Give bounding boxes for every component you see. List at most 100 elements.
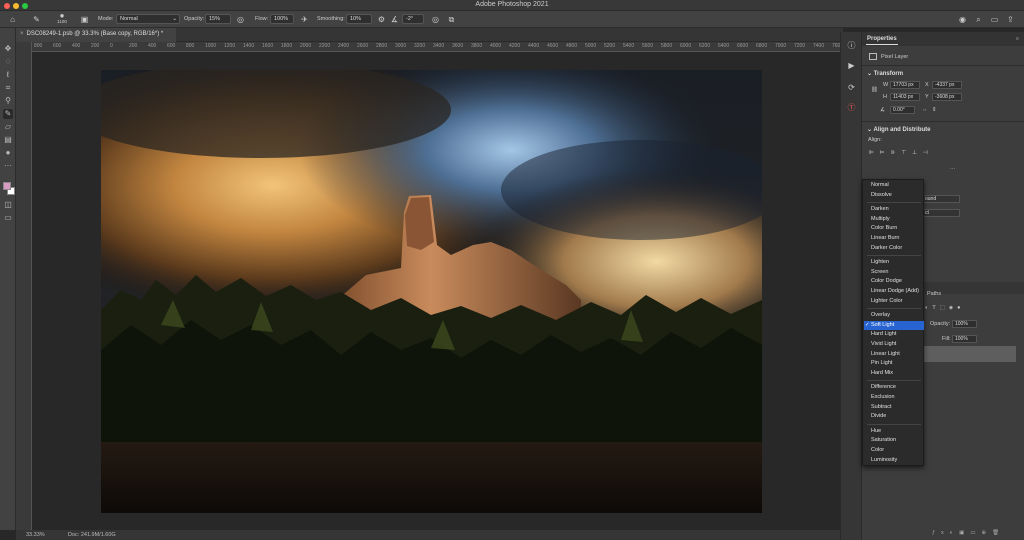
screen-mode-icon[interactable]: ▭ [3,213,13,223]
blend-mode-option[interactable]: Exclusion [864,393,924,402]
more-tools-icon[interactable]: ··· [3,161,13,171]
smoothing-label: Smoothing: [317,16,345,22]
angle-field[interactable]: 0.00° [890,106,915,114]
x-field[interactable]: -4337 px [932,81,962,89]
paths-tab[interactable]: Paths [927,291,941,297]
workspace-icon[interactable]: ▭ [990,15,999,24]
actions-play-icon[interactable]: ▶ [846,60,857,71]
blend-mode-option[interactable]: Color [864,446,924,455]
info-icon[interactable]: ⓘ [846,40,857,51]
layer-filter-icons[interactable]: ◐T⬚◈● [925,305,964,311]
y-field[interactable]: -3608 px [932,93,962,101]
quick-mask-icon[interactable]: ◫ [3,200,13,210]
width-field[interactable]: 17703 px [890,81,920,89]
smoothing-input[interactable]: 10% [346,14,372,24]
brush-angle-input[interactable]: -2° [402,14,424,24]
transform-section-title[interactable]: ⌄ Transform [867,70,903,77]
home-icon[interactable]: ⌂ [8,15,17,24]
menu-separator [867,255,921,257]
ruler-tick-label: 5800 [661,43,673,49]
eraser-tool-icon[interactable]: ▱ [3,122,13,132]
share-user-icon[interactable]: ◉ [958,15,967,24]
flow-input[interactable]: 100% [270,14,294,24]
align-section-title[interactable]: ⌄ Align and Distribute [867,126,930,133]
blend-mode-option[interactable]: Hard Mix [864,369,924,378]
section-chevron-icon: ⌄ [867,71,874,77]
blend-mode-option[interactable]: Overlay [864,311,924,320]
marquee-tool-icon[interactable]: ◌ [3,57,13,67]
brush-settings-icon[interactable]: ▣ [80,15,89,24]
blend-mode-option[interactable]: Luminosity [864,456,924,465]
blend-mode-option[interactable]: Divide [864,412,924,421]
document-image[interactable] [101,70,762,513]
menu-separator [867,202,921,204]
panel-menu-icon[interactable]: ≡ [1016,36,1019,42]
blend-mode-option[interactable]: Multiply [864,215,924,224]
blend-mode-label: Luminosity [871,456,898,463]
ruler-tick-label: 3600 [452,43,464,49]
opacity-input[interactable]: 15% [205,14,231,24]
blend-mode-option[interactable]: Hard Light [864,330,924,339]
zoom-level[interactable]: 33.33% [26,532,45,538]
smoothing-settings-gear-icon[interactable]: ⚙ [377,15,386,24]
blend-mode-option[interactable]: Screen [864,268,924,277]
blend-mode-option[interactable]: Difference [864,383,924,392]
blend-mode-option[interactable]: Dissolve [864,191,924,200]
brush-angle-value: -2° [406,16,414,22]
blend-mode-option[interactable]: Linear Burn [864,234,924,243]
flip-vertical-icon[interactable]: ⇕ [932,107,937,113]
libraries-icon[interactable]: Ⓣ [846,102,857,113]
close-tab-icon[interactable]: × [20,31,24,37]
blend-mode-option[interactable]: Vivid Light [864,340,924,349]
airbrush-icon[interactable]: ✈ [300,15,309,24]
link-dimensions-icon[interactable]: ⛓ [871,87,878,93]
brush-size-picker[interactable]: ✹ 1100 [55,13,69,26]
brush-tool-preset-icon[interactable]: ✎ [32,15,41,24]
eyedropper-tool-icon[interactable]: ⚲ [3,96,13,106]
height-field[interactable]: 11403 px [890,93,920,101]
layer-opacity-field[interactable]: 100% [952,320,977,328]
document-tab[interactable]: × DSC08249-1.psb @ 33.3% (Base copy, RGB/… [16,28,176,42]
gradient-tool-icon[interactable]: ▤ [3,135,13,145]
symmetry-icon[interactable]: ⧉ [447,15,456,24]
more-options-icon[interactable]: ··· [950,166,956,172]
flip-horizontal-icon[interactable]: ⇔ [922,107,928,113]
blend-mode-option[interactable]: Darken [864,205,924,214]
blend-mode-option[interactable]: Lighter Color [864,297,924,306]
checkmark-icon: ✓ [865,321,870,328]
blend-mode-option[interactable]: Color Dodge [864,277,924,286]
fill-field[interactable]: 100% [952,335,977,343]
landscape-photo [101,70,762,513]
search-icon[interactable]: ⌕ [974,15,983,24]
blend-mode-option[interactable]: Subtract [864,403,924,412]
align-buttons[interactable]: ⊫⊨⊪⊤⊥⊣ [869,150,934,156]
blend-mode-option[interactable]: Normal [864,181,924,190]
document-size[interactable]: Doc: 241.9M/1.60G [68,532,116,538]
blend-mode-option[interactable]: Darker Color [864,244,924,253]
layer-actions-bar[interactable]: ƒx◐▣▭⊕🗑 [932,530,1005,536]
pressure-opacity-icon[interactable]: ◎ [236,15,245,24]
blend-mode-option[interactable]: Lighten [864,258,924,267]
adjustments-icon[interactable]: ⟳ [846,82,857,93]
blend-mode-label: Darker Color [871,244,903,251]
share-icon[interactable]: ⇪ [1006,15,1015,24]
pressure-size-icon[interactable]: ◎ [431,15,440,24]
lasso-tool-icon[interactable]: ℓ [3,70,13,80]
blend-mode-menu[interactable]: Normal Dissolve Darken Multiply Color Burn Li… [862,179,924,466]
blend-mode-option[interactable]: Linear Dodge (Add) [864,287,924,296]
selected-layer-row[interactable] [924,346,1016,362]
blend-mode-option[interactable]: Linear Light [864,350,924,359]
brush-tool-icon[interactable]: ✎ [3,109,13,119]
move-tool-icon[interactable]: ✥ [3,44,13,54]
properties-tab[interactable]: Properties [867,36,897,42]
blend-mode-option[interactable]: Pin Light [864,359,924,368]
dodge-tool-icon[interactable]: ● [3,148,13,158]
mode-select[interactable]: Normal ⌄ [116,14,180,24]
blend-mode-option[interactable]: Hue [864,427,924,436]
foreground-color-swatch[interactable] [3,182,11,190]
vertical-ruler [16,42,32,530]
blend-mode-option[interactable]: Saturation [864,436,924,445]
crop-tool-icon[interactable]: ⌗ [3,83,13,93]
blend-mode-option[interactable]: ✓ Soft Light [864,320,924,330]
blend-mode-option[interactable]: Color Burn [864,224,924,233]
